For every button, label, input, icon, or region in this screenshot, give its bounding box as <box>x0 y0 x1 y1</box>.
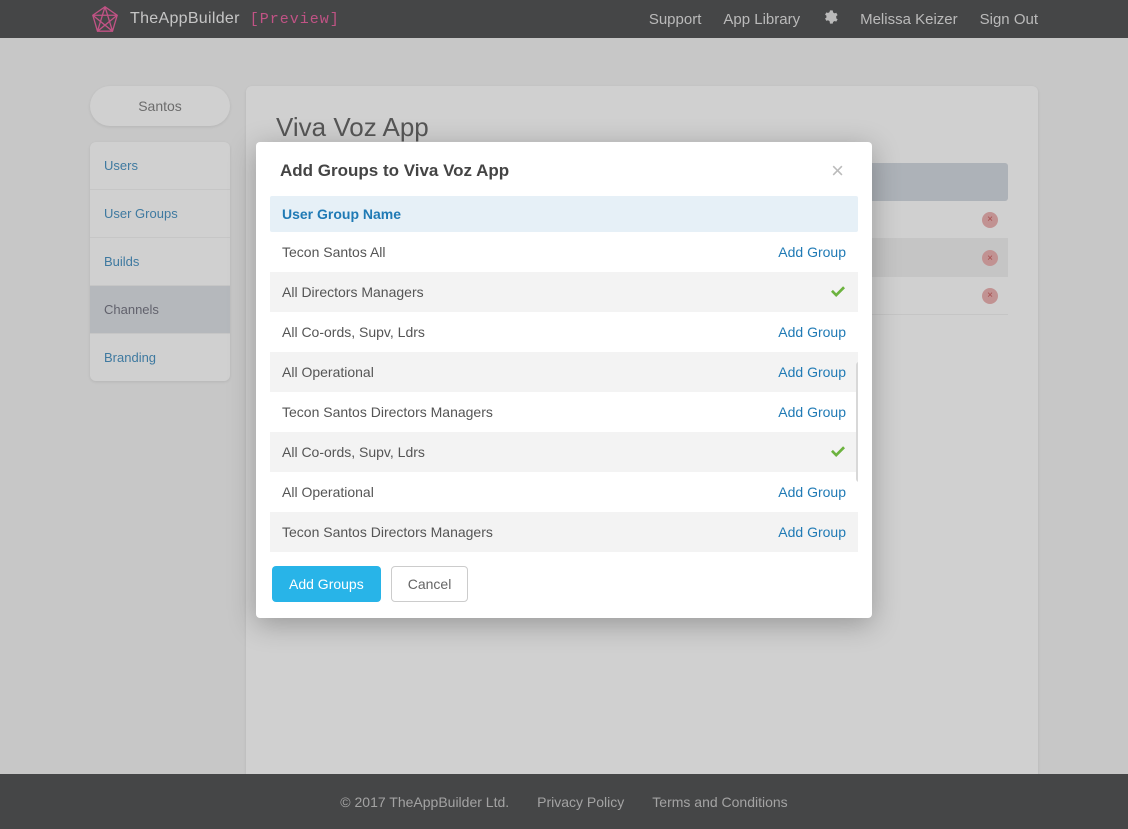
group-table: User Group Name Tecon Santos All Add Gro… <box>270 196 858 552</box>
group-row: All Co-ords, Supv, Ldrs Add Group <box>270 312 858 352</box>
cancel-button[interactable]: Cancel <box>391 566 469 602</box>
add-groups-button[interactable]: Add Groups <box>272 566 381 602</box>
group-list[interactable]: Tecon Santos All Add Group All Directors… <box>270 232 858 552</box>
add-group-button[interactable]: Add Group <box>778 404 846 420</box>
modal-header: Add Groups to Viva Voz App × <box>256 142 872 190</box>
group-name: Tecon Santos Directors Managers <box>282 524 493 540</box>
group-name: Tecon Santos Directors Managers <box>282 404 493 420</box>
group-name: All Directors Managers <box>282 284 424 300</box>
group-row: All Directors Managers <box>270 272 858 312</box>
modal-actions: Add Groups Cancel <box>256 552 872 602</box>
group-row: All Operational Add Group <box>270 352 858 392</box>
group-row: Tecon Santos Directors Managers Add Grou… <box>270 512 858 552</box>
group-name: All Co-ords, Supv, Ldrs <box>282 444 425 460</box>
group-column-header: User Group Name <box>270 196 858 232</box>
scrollbar-thumb[interactable] <box>856 362 858 482</box>
add-group-button[interactable]: Add Group <box>778 244 846 260</box>
group-row: All Co-ords, Supv, Ldrs <box>270 432 858 472</box>
add-group-button[interactable]: Add Group <box>778 484 846 500</box>
add-group-button[interactable]: Add Group <box>778 524 846 540</box>
add-group-button[interactable]: Add Group <box>778 324 846 340</box>
check-icon <box>830 444 846 460</box>
group-row: All Operational Add Group <box>270 472 858 512</box>
group-name: Tecon Santos All <box>282 244 386 260</box>
add-groups-modal: Add Groups to Viva Voz App × User Group … <box>256 142 872 618</box>
group-row: Tecon Santos All Add Group <box>270 232 858 272</box>
add-group-button[interactable]: Add Group <box>778 364 846 380</box>
check-icon <box>830 284 846 300</box>
group-name: All Operational <box>282 364 374 380</box>
modal-title: Add Groups to Viva Voz App <box>280 161 509 181</box>
close-icon[interactable]: × <box>827 160 848 182</box>
group-name: All Operational <box>282 484 374 500</box>
group-row: Tecon Santos Directors Managers Add Grou… <box>270 392 858 432</box>
group-name: All Co-ords, Supv, Ldrs <box>282 324 425 340</box>
